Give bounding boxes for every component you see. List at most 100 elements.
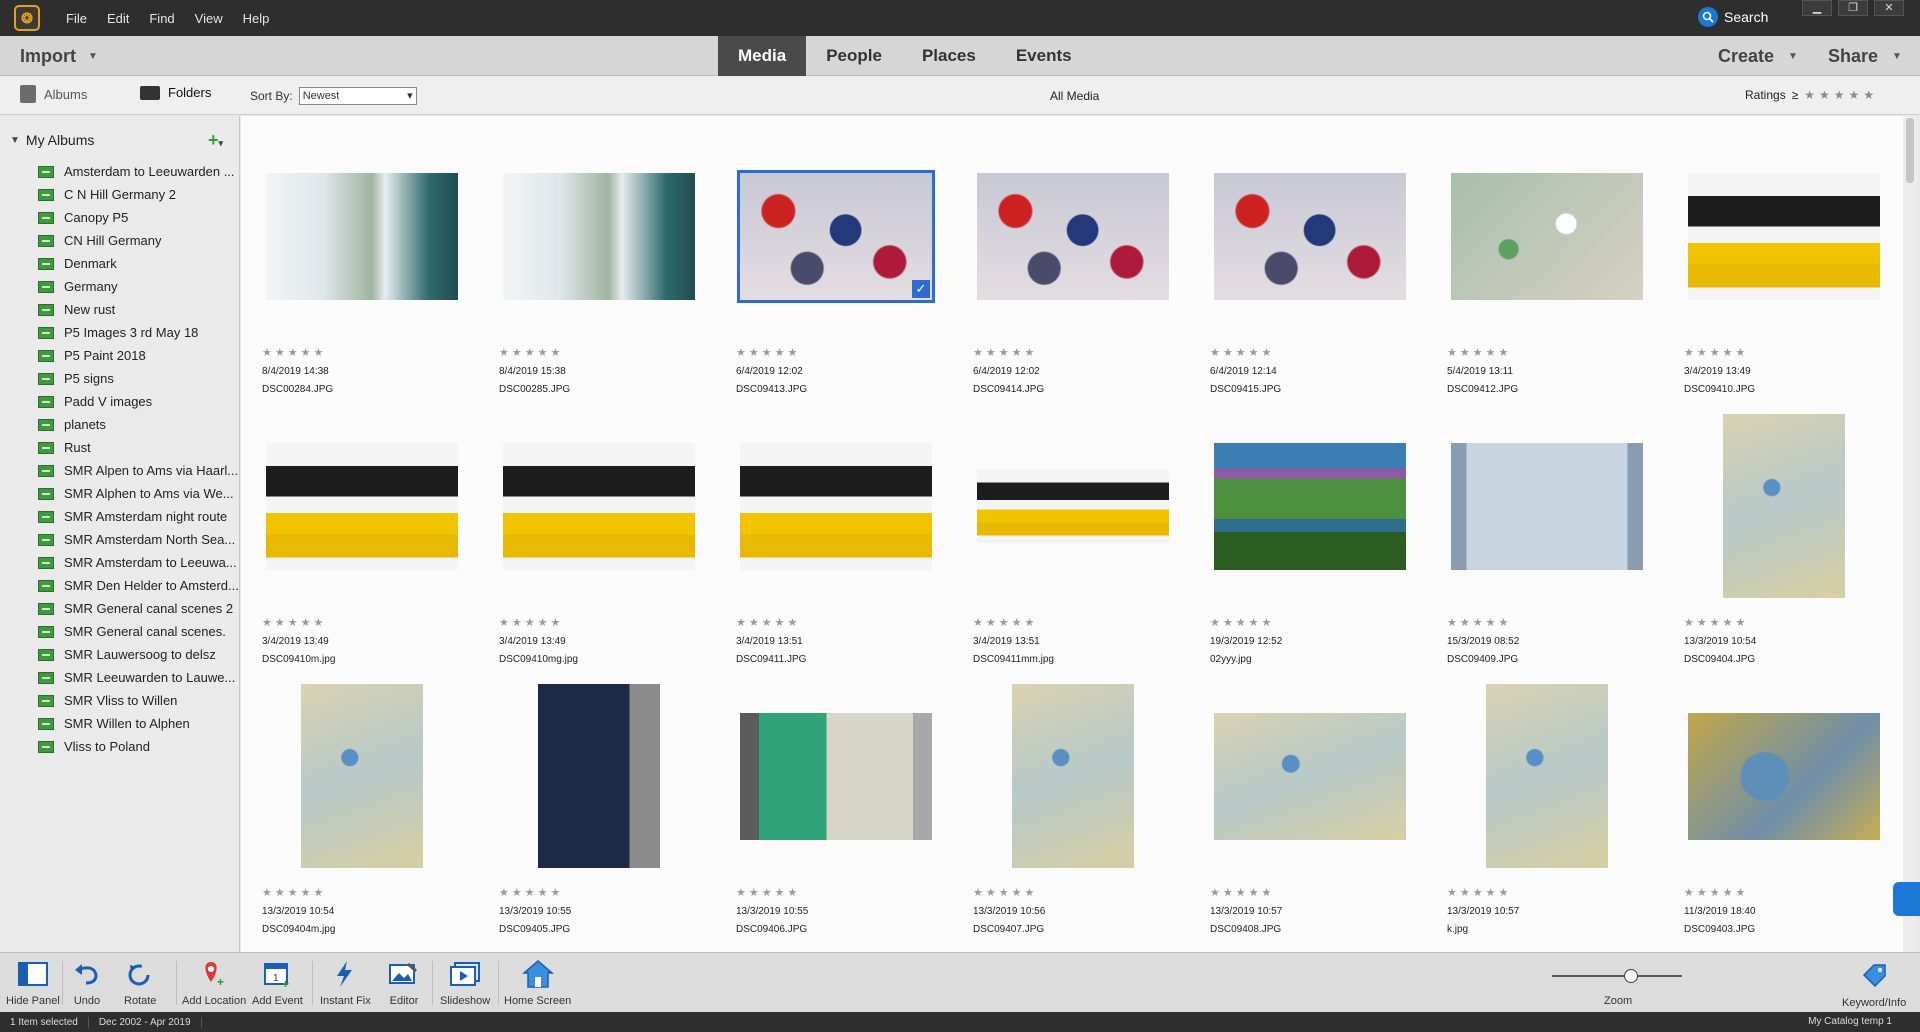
- minimize-icon[interactable]: ▁: [1802, 0, 1832, 16]
- photo-thumbnail[interactable]: [1486, 684, 1608, 868]
- album-item[interactable]: SMR Amsterdam night route: [38, 505, 238, 528]
- add-album-icon[interactable]: +▾: [208, 130, 223, 151]
- album-item[interactable]: SMR Leeuwarden to Lauwe...: [38, 666, 238, 689]
- menu-view[interactable]: View: [185, 11, 233, 26]
- share-button[interactable]: Share ▼: [1828, 46, 1902, 67]
- album-item[interactable]: Denmark: [38, 252, 238, 275]
- photo-thumbnail[interactable]: [1451, 442, 1643, 570]
- album-item[interactable]: P5 Paint 2018: [38, 344, 238, 367]
- instant-fix-button[interactable]: Instant Fix: [320, 959, 371, 1007]
- my-albums-header[interactable]: ▼ My Albums: [10, 132, 94, 148]
- photo-thumbnail[interactable]: [1451, 172, 1643, 300]
- media-item[interactable]: ✓ ★★★★★ 6/4/2019 12:02 DSC09413.JPG: [736, 136, 936, 406]
- album-item[interactable]: SMR General canal scenes.: [38, 620, 238, 643]
- rating-stars[interactable]: ★★★★★: [1684, 886, 1748, 899]
- photo-thumbnail[interactable]: [266, 172, 458, 300]
- rating-stars[interactable]: ★★★★★: [262, 616, 326, 629]
- album-item[interactable]: SMR Alpen to Ams via Haarl...: [38, 459, 238, 482]
- menu-help[interactable]: Help: [233, 11, 280, 26]
- album-item[interactable]: SMR Willen to Alphen: [38, 712, 238, 735]
- media-item[interactable]: ★★★★★ 5/4/2019 13:11 DSC09412.JPG: [1447, 136, 1647, 406]
- photo-thumbnail[interactable]: [1214, 712, 1406, 840]
- rating-stars[interactable]: ★★★★★: [1210, 616, 1274, 629]
- menu-edit[interactable]: Edit: [97, 11, 139, 26]
- media-item[interactable]: ★★★★★ 3/4/2019 13:51 DSC09411mm.jpg: [973, 406, 1173, 676]
- sort-select[interactable]: Newest: [298, 87, 417, 105]
- album-item[interactable]: P5 signs: [38, 367, 238, 390]
- album-item[interactable]: SMR Lauwersoog to delsz: [38, 643, 238, 666]
- photo-thumbnail[interactable]: [1214, 172, 1406, 300]
- album-item[interactable]: SMR Vliss to Willen: [38, 689, 238, 712]
- slideshow-button[interactable]: Slideshow: [440, 959, 490, 1007]
- rating-stars[interactable]: ★★★★★: [1684, 346, 1748, 359]
- photo-thumbnail[interactable]: [266, 442, 458, 570]
- media-item[interactable]: ★★★★★ 3/4/2019 13:49 DSC09410m.jpg: [262, 406, 462, 676]
- media-item[interactable]: ★★★★★ 3/4/2019 13:51 DSC09411.JPG: [736, 406, 936, 676]
- rating-stars[interactable]: ★★★★★: [1447, 346, 1511, 359]
- import-button[interactable]: Import ▼: [20, 46, 98, 67]
- media-item[interactable]: ★★★★★ 13/3/2019 10:54 DSC09404.JPG: [1684, 406, 1884, 676]
- album-item[interactable]: New rust: [38, 298, 238, 321]
- menu-find[interactable]: Find: [139, 11, 184, 26]
- rating-stars[interactable]: ★★★★★: [499, 886, 563, 899]
- rating-stars[interactable]: ★★★★★: [262, 886, 326, 899]
- rating-stars[interactable]: ★★★★★: [736, 346, 800, 359]
- rating-stars[interactable]: ★★★★★: [1684, 616, 1748, 629]
- restore-icon[interactable]: ❐: [1838, 0, 1868, 16]
- scrollbar-thumb[interactable]: [1906, 118, 1914, 183]
- tab-albums[interactable]: Albums: [20, 85, 87, 103]
- album-item[interactable]: C N Hill Germany 2: [38, 183, 238, 206]
- media-item[interactable]: ★★★★★ 8/4/2019 15:38 DSC00285.JPG: [499, 136, 699, 406]
- tab-media[interactable]: Media: [718, 36, 807, 76]
- tab-folders[interactable]: Folders: [140, 85, 211, 100]
- album-item[interactable]: P5 Images 3 rd May 18: [38, 321, 238, 344]
- media-item[interactable]: ★★★★★ 19/3/2019 12:52 02yyy.jpg: [1210, 406, 1410, 676]
- photo-thumbnail[interactable]: [1723, 414, 1845, 598]
- album-item[interactable]: SMR Amsterdam North Sea...: [38, 528, 238, 551]
- rating-stars[interactable]: ★★★★★: [973, 886, 1037, 899]
- media-item[interactable]: ★★★★★ 3/4/2019 13:49 DSC09410mg.jpg: [499, 406, 699, 676]
- album-item[interactable]: Amsterdam to Leeuwarden ...: [38, 160, 238, 183]
- tab-people[interactable]: People: [806, 36, 902, 76]
- album-item[interactable]: CN Hill Germany: [38, 229, 238, 252]
- hide-panel-button[interactable]: Hide Panel: [6, 959, 60, 1007]
- media-item[interactable]: ★★★★★ 15/3/2019 08:52 DSC09409.JPG: [1447, 406, 1647, 676]
- media-item[interactable]: ★★★★★ 6/4/2019 12:02 DSC09414.JPG: [973, 136, 1173, 406]
- rating-stars[interactable]: ★★★★★: [1210, 886, 1274, 899]
- rating-stars[interactable]: ★★★★★: [1447, 886, 1511, 899]
- album-item[interactable]: Canopy P5: [38, 206, 238, 229]
- album-item[interactable]: Rust: [38, 436, 238, 459]
- add-location-button[interactable]: + Add Location: [182, 959, 246, 1007]
- rating-stars[interactable]: ★★★★★: [499, 346, 563, 359]
- ratings-stars[interactable]: ★★★★★: [1804, 88, 1878, 102]
- photo-thumbnail[interactable]: [1012, 684, 1134, 868]
- menu-file[interactable]: File: [56, 11, 97, 26]
- album-item[interactable]: Vliss to Poland: [38, 735, 238, 758]
- photo-thumbnail[interactable]: ✓: [737, 169, 935, 303]
- zoom-knob[interactable]: [1624, 969, 1638, 983]
- photo-thumbnail[interactable]: [977, 469, 1169, 543]
- create-button[interactable]: Create ▼: [1718, 46, 1798, 67]
- photo-thumbnail[interactable]: [538, 684, 660, 868]
- rotate-button[interactable]: Rotate: [124, 959, 156, 1007]
- media-item[interactable]: ★★★★★ 13/3/2019 10:56 DSC09407.JPG: [973, 676, 1173, 946]
- remote-support-icon[interactable]: [1893, 882, 1920, 916]
- media-item[interactable]: ★★★★★ 13/3/2019 10:54 DSC09404m.jpg: [262, 676, 462, 946]
- undo-button[interactable]: Undo: [72, 959, 102, 1007]
- photo-thumbnail[interactable]: [740, 442, 932, 570]
- media-item[interactable]: ★★★★★ 13/3/2019 10:55 DSC09405.JPG: [499, 676, 699, 946]
- album-item[interactable]: SMR General canal scenes 2: [38, 597, 238, 620]
- photo-thumbnail[interactable]: [1688, 172, 1880, 300]
- media-item[interactable]: ★★★★★ 3/4/2019 13:49 DSC09410.JPG: [1684, 136, 1884, 406]
- photo-thumbnail[interactable]: [1214, 442, 1406, 570]
- media-item[interactable]: ★★★★★ 13/3/2019 10:55 DSC09406.JPG: [736, 676, 936, 946]
- rating-stars[interactable]: ★★★★★: [1447, 616, 1511, 629]
- tab-events[interactable]: Events: [996, 36, 1092, 76]
- close-icon[interactable]: ✕: [1874, 0, 1904, 16]
- search-button[interactable]: Search: [1698, 7, 1768, 27]
- album-item[interactable]: SMR Alphen to Ams via We...: [38, 482, 238, 505]
- home-screen-button[interactable]: Home Screen: [504, 959, 571, 1007]
- photo-thumbnail[interactable]: [740, 712, 932, 840]
- album-item[interactable]: Germany: [38, 275, 238, 298]
- album-item[interactable]: SMR Den Helder to Amsterd...: [38, 574, 238, 597]
